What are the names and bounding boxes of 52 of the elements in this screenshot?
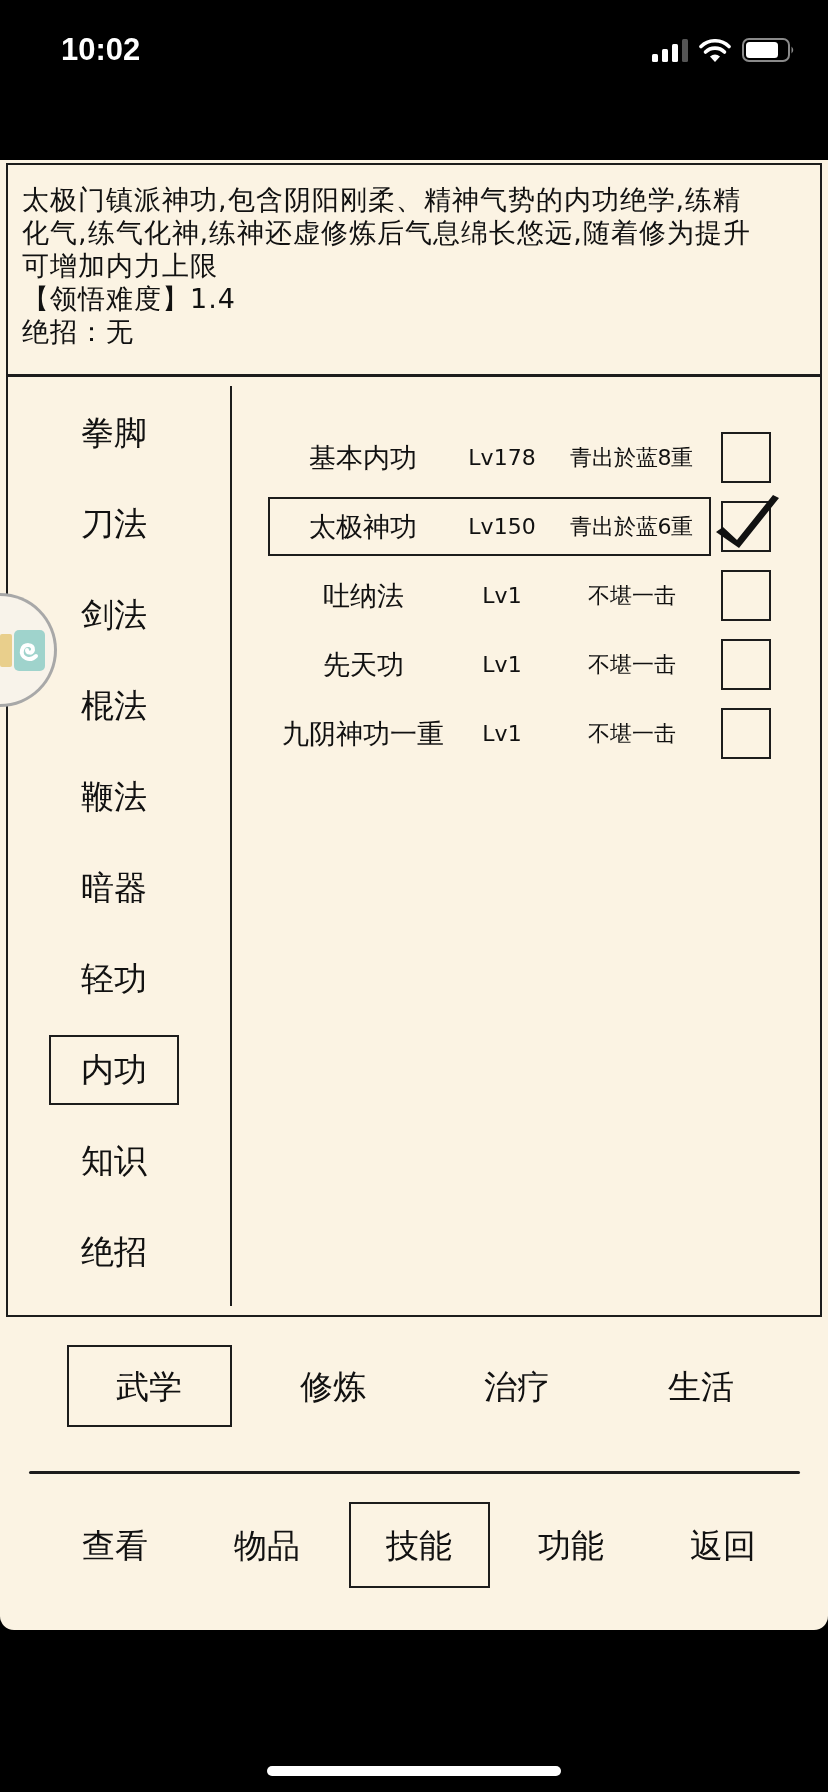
skill-level: Lv178: [467, 446, 537, 469]
menu-tab[interactable]: 物品: [234, 1528, 300, 1562]
wifi-icon: [699, 38, 731, 62]
signal-icon: [652, 38, 688, 62]
section-tab[interactable]: 治疗: [484, 1369, 550, 1403]
category-tab[interactable]: 刀法: [81, 507, 147, 540]
checkbox[interactable]: [721, 639, 771, 690]
section-tab[interactable]: 修炼: [300, 1369, 366, 1403]
skill-description: 太极门镇派神功,包含阴阳刚柔、精神气势的内功绝学,练精化气,练气化神,练神还虚修炼后气息绵长悠远,随着修为提升可增加内力上限: [22, 183, 752, 282]
menu-tab[interactable]: 功能: [538, 1528, 604, 1562]
special-move: 绝招：无: [22, 315, 134, 348]
section-tab[interactable]: 生活: [668, 1369, 734, 1403]
skill-name: 先天功: [321, 651, 405, 678]
category-tab[interactable]: 绝招: [81, 1235, 147, 1268]
skill-level: Lv150: [467, 515, 537, 538]
category-tab[interactable]: 知识: [81, 1144, 147, 1177]
skill-name: 基本内功: [308, 444, 418, 471]
skill-name: 九阴神功一重: [281, 720, 445, 747]
skill-row[interactable]: 先天功 Lv1 不堪一击: [268, 635, 711, 694]
skill-level: Lv1: [481, 584, 523, 607]
skill-level: Lv1: [481, 722, 523, 745]
skill-row[interactable]: 九阴神功一重 Lv1 不堪一击: [268, 704, 711, 763]
tile-icon: [0, 627, 45, 673]
skill-grade: 不堪一击: [586, 722, 677, 745]
category-tab[interactable]: 剑法: [81, 598, 147, 631]
skill-grade: 青出於蓝6重: [568, 515, 695, 538]
skill-name: 吐纳法: [321, 582, 405, 609]
checkbox[interactable]: [721, 432, 771, 483]
category-tab[interactable]: 暗器: [81, 871, 147, 904]
category-tab[interactable]: 鞭法: [81, 780, 147, 813]
skill-level: Lv1: [481, 653, 523, 676]
category-tab[interactable]: 棍法: [81, 689, 147, 722]
skill-grade: 青出於蓝8重: [568, 446, 695, 469]
checkbox[interactable]: [716, 495, 779, 552]
comprehension-difficulty: 【领悟难度】1.4: [22, 282, 236, 315]
menu-tab[interactable]: 返回: [690, 1528, 756, 1562]
battery-icon: [742, 38, 795, 62]
checkbox[interactable]: [721, 570, 771, 621]
skill-grade: 不堪一击: [586, 584, 677, 607]
section-tab[interactable]: 武学: [66, 1345, 232, 1427]
category-tab[interactable]: 内功: [49, 1034, 179, 1105]
skill-row[interactable]: 基本内功 Lv178 青出於蓝8重: [268, 428, 711, 487]
category-tab[interactable]: 拳脚: [81, 416, 147, 449]
checkbox[interactable]: [721, 708, 771, 759]
skill-row[interactable]: 吐纳法 Lv1 不堪一击: [268, 566, 711, 625]
skill-grade: 不堪一击: [586, 653, 677, 676]
menu-tab[interactable]: 查看: [82, 1528, 148, 1562]
menu-tab[interactable]: 技能: [348, 1502, 490, 1588]
status-time: 10:02: [61, 38, 141, 62]
skill-row[interactable]: 太极神功 Lv150 青出於蓝6重: [268, 497, 711, 556]
skill-name: 太极神功: [308, 513, 418, 540]
category-tab[interactable]: 轻功: [81, 962, 147, 995]
